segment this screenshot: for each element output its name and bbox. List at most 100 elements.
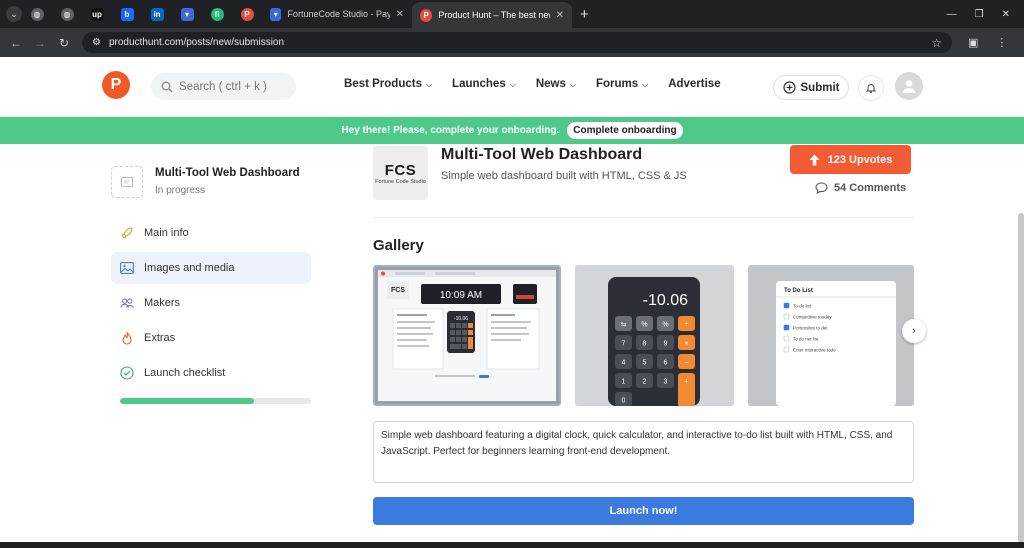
arrow-up-icon <box>809 154 820 165</box>
pinned-tab[interactable]: ◍ <box>22 0 52 28</box>
onboarding-banner: Hey there! Please, complete your onboard… <box>0 117 1024 144</box>
upwork-icon: up <box>90 7 104 21</box>
taskbar-strip <box>0 542 1024 548</box>
calc-display: -10.06 <box>643 292 688 309</box>
close-icon[interactable]: ✕ <box>396 9 404 20</box>
url-text: producthunt.com/posts/new/submission <box>108 37 285 48</box>
url-input[interactable]: ⚙ producthunt.com/posts/new/submission ☆ <box>82 32 952 53</box>
project-status: In progress <box>155 185 206 196</box>
user-icon <box>902 80 916 93</box>
browser-tab-bar: ⌄ ◍ ◍ up b in ▾ fi P ▾ FortuneCode Studi… <box>0 0 1024 28</box>
rocket-icon <box>120 226 134 240</box>
sidebar-item-launch-checklist[interactable]: Launch checklist <box>111 357 311 389</box>
nav-advertise[interactable]: Advertise <box>668 78 720 90</box>
globe-icon: ◍ <box>30 7 44 21</box>
project-thumbnail <box>111 166 143 198</box>
section-divider <box>373 217 914 218</box>
pinned-tab[interactable]: ◍ <box>52 0 82 28</box>
restore-icon[interactable]: ❐ <box>975 9 984 20</box>
producthunt-icon: P <box>420 8 433 22</box>
calc-key-label: % <box>641 322 647 329</box>
gallery-next-icon[interactable]: › <box>902 319 926 343</box>
search-input[interactable]: Search ( ctrl + k ) <box>151 73 296 100</box>
calc-key-label: 6 <box>664 360 668 367</box>
nav-news[interactable]: News ⌵ <box>536 78 576 90</box>
more-menu-icon[interactable]: ⋮ <box>996 36 1007 49</box>
todo-item-label: Enter interactive todo <box>793 348 836 353</box>
product-tagline: Simple web dashboard built with HTML, CS… <box>441 170 687 182</box>
pinned-tab[interactable]: fi <box>202 0 232 28</box>
pinned-tab[interactable]: up <box>82 0 112 28</box>
fiverr-icon: fi <box>210 7 224 21</box>
minimize-icon[interactable]: — <box>947 9 957 20</box>
image-placeholder-icon <box>121 177 133 187</box>
avatar[interactable] <box>895 72 923 100</box>
todo-item-label: To do ner list <box>793 337 819 342</box>
todo-checkbox <box>783 313 790 320</box>
tab-product-hunt[interactable]: P Product Hunt – The best new ✕ <box>412 2 572 28</box>
pinned-tab[interactable]: in <box>142 0 172 28</box>
forward-icon[interactable]: → <box>28 36 52 50</box>
product-logo: FCS Fortune Code Studio <box>373 146 428 200</box>
todo-item-label: Portensbre to det <box>793 326 828 331</box>
calc-key-label: 5 <box>643 360 647 367</box>
calc-key-label: 4 <box>622 360 626 367</box>
description-textarea[interactable]: Simple web dashboard featuring a digital… <box>373 421 914 483</box>
producthunt-logo[interactable]: P <box>102 71 130 99</box>
pinned-tab[interactable]: ▾ <box>172 0 202 28</box>
gallery-image-calculator[interactable]: -10.06 ⇆%% ÷ 7 8 9 × 4 5 6 – 1 2 3 +0 <box>575 265 734 406</box>
todo-checkbox <box>783 324 790 331</box>
close-icon[interactable]: ✕ <box>556 10 564 21</box>
chevron-down-icon: ⌵ <box>569 80 576 89</box>
image-icon <box>120 261 134 275</box>
todo-item-label: Competitive tooday <box>793 315 832 320</box>
calc-key-label: 2 <box>643 379 647 386</box>
tab-title: FortuneCode Studio - Payhip <box>287 9 390 19</box>
chevron-down-icon: ⌵ <box>642 80 649 89</box>
sidebar-item-main-info[interactable]: Main info <box>111 217 311 249</box>
todo-checkbox <box>783 335 790 342</box>
main-nav: Best Products ⌵ Launches ⌵ News ⌵ Forums ⌵ A… <box>344 78 721 90</box>
sidebar-item-makers[interactable]: Makers <box>111 287 311 319</box>
tab-payhip[interactable]: ▾ FortuneCode Studio - Payhip ✕ <box>262 0 412 28</box>
new-tab-icon[interactable]: + <box>572 6 597 23</box>
calc-key-label: 9 <box>664 341 668 348</box>
bookmark-star-icon[interactable]: ☆ <box>931 36 942 50</box>
comments-link[interactable]: 54 Comments <box>815 182 906 194</box>
sidebar-item-images-media[interactable]: Images and media <box>111 252 311 284</box>
linkedin-icon: in <box>150 7 164 21</box>
pinned-tab[interactable]: b <box>112 0 142 28</box>
pinned-tab[interactable]: P <box>232 0 262 28</box>
close-window-icon[interactable]: ✕ <box>1002 9 1010 20</box>
calc-key-label: ÷ <box>685 322 689 329</box>
address-bar: ← → ↻ ⚙ producthunt.com/posts/new/submis… <box>0 28 1024 57</box>
calc-key-label: 8 <box>643 341 647 348</box>
sidebar-item-extras[interactable]: Extras <box>111 322 311 354</box>
calc-key-label: 1 <box>622 379 626 386</box>
bell-icon[interactable] <box>858 75 884 101</box>
launch-button[interactable]: Launch now! <box>373 497 914 525</box>
check-circle-icon <box>120 366 134 380</box>
back-icon[interactable]: ← <box>4 36 28 50</box>
nav-best-products[interactable]: Best Products ⌵ <box>344 78 432 90</box>
tab-search-icon[interactable]: ⌄ <box>6 6 22 22</box>
submit-button[interactable]: Submit <box>773 75 849 100</box>
calc-key-label: 7 <box>622 341 626 348</box>
site-header: P Search ( ctrl + k ) Best Products ⌵ Lau… <box>0 57 1024 117</box>
nav-forums[interactable]: Forums ⌵ <box>596 78 648 90</box>
complete-onboarding-button[interactable]: Complete onboarding <box>567 122 683 139</box>
page-scrollbar[interactable] <box>1018 213 1024 543</box>
gallery-image-dashboard[interactable]: FCS 10:09 AM -10.06 <box>373 265 561 406</box>
calc-key-label: ⇆ <box>621 322 627 329</box>
progress-fill <box>120 398 254 404</box>
upvote-button[interactable]: 123 Upvotes <box>790 145 911 174</box>
reload-icon[interactable]: ↻ <box>52 36 76 50</box>
payhip-icon: ▾ <box>270 7 282 21</box>
extensions-icon[interactable]: ▣ <box>968 36 978 49</box>
nav-launches[interactable]: Launches ⌵ <box>452 78 516 90</box>
site-info-icon[interactable]: ⚙ <box>92 37 101 48</box>
search-icon <box>161 81 173 92</box>
calc-key-label: – <box>685 360 689 367</box>
mini-logo-text: FCS <box>391 287 405 294</box>
gallery-image-todo[interactable]: To Do List To-do list Competitive tooday P… <box>748 265 914 406</box>
